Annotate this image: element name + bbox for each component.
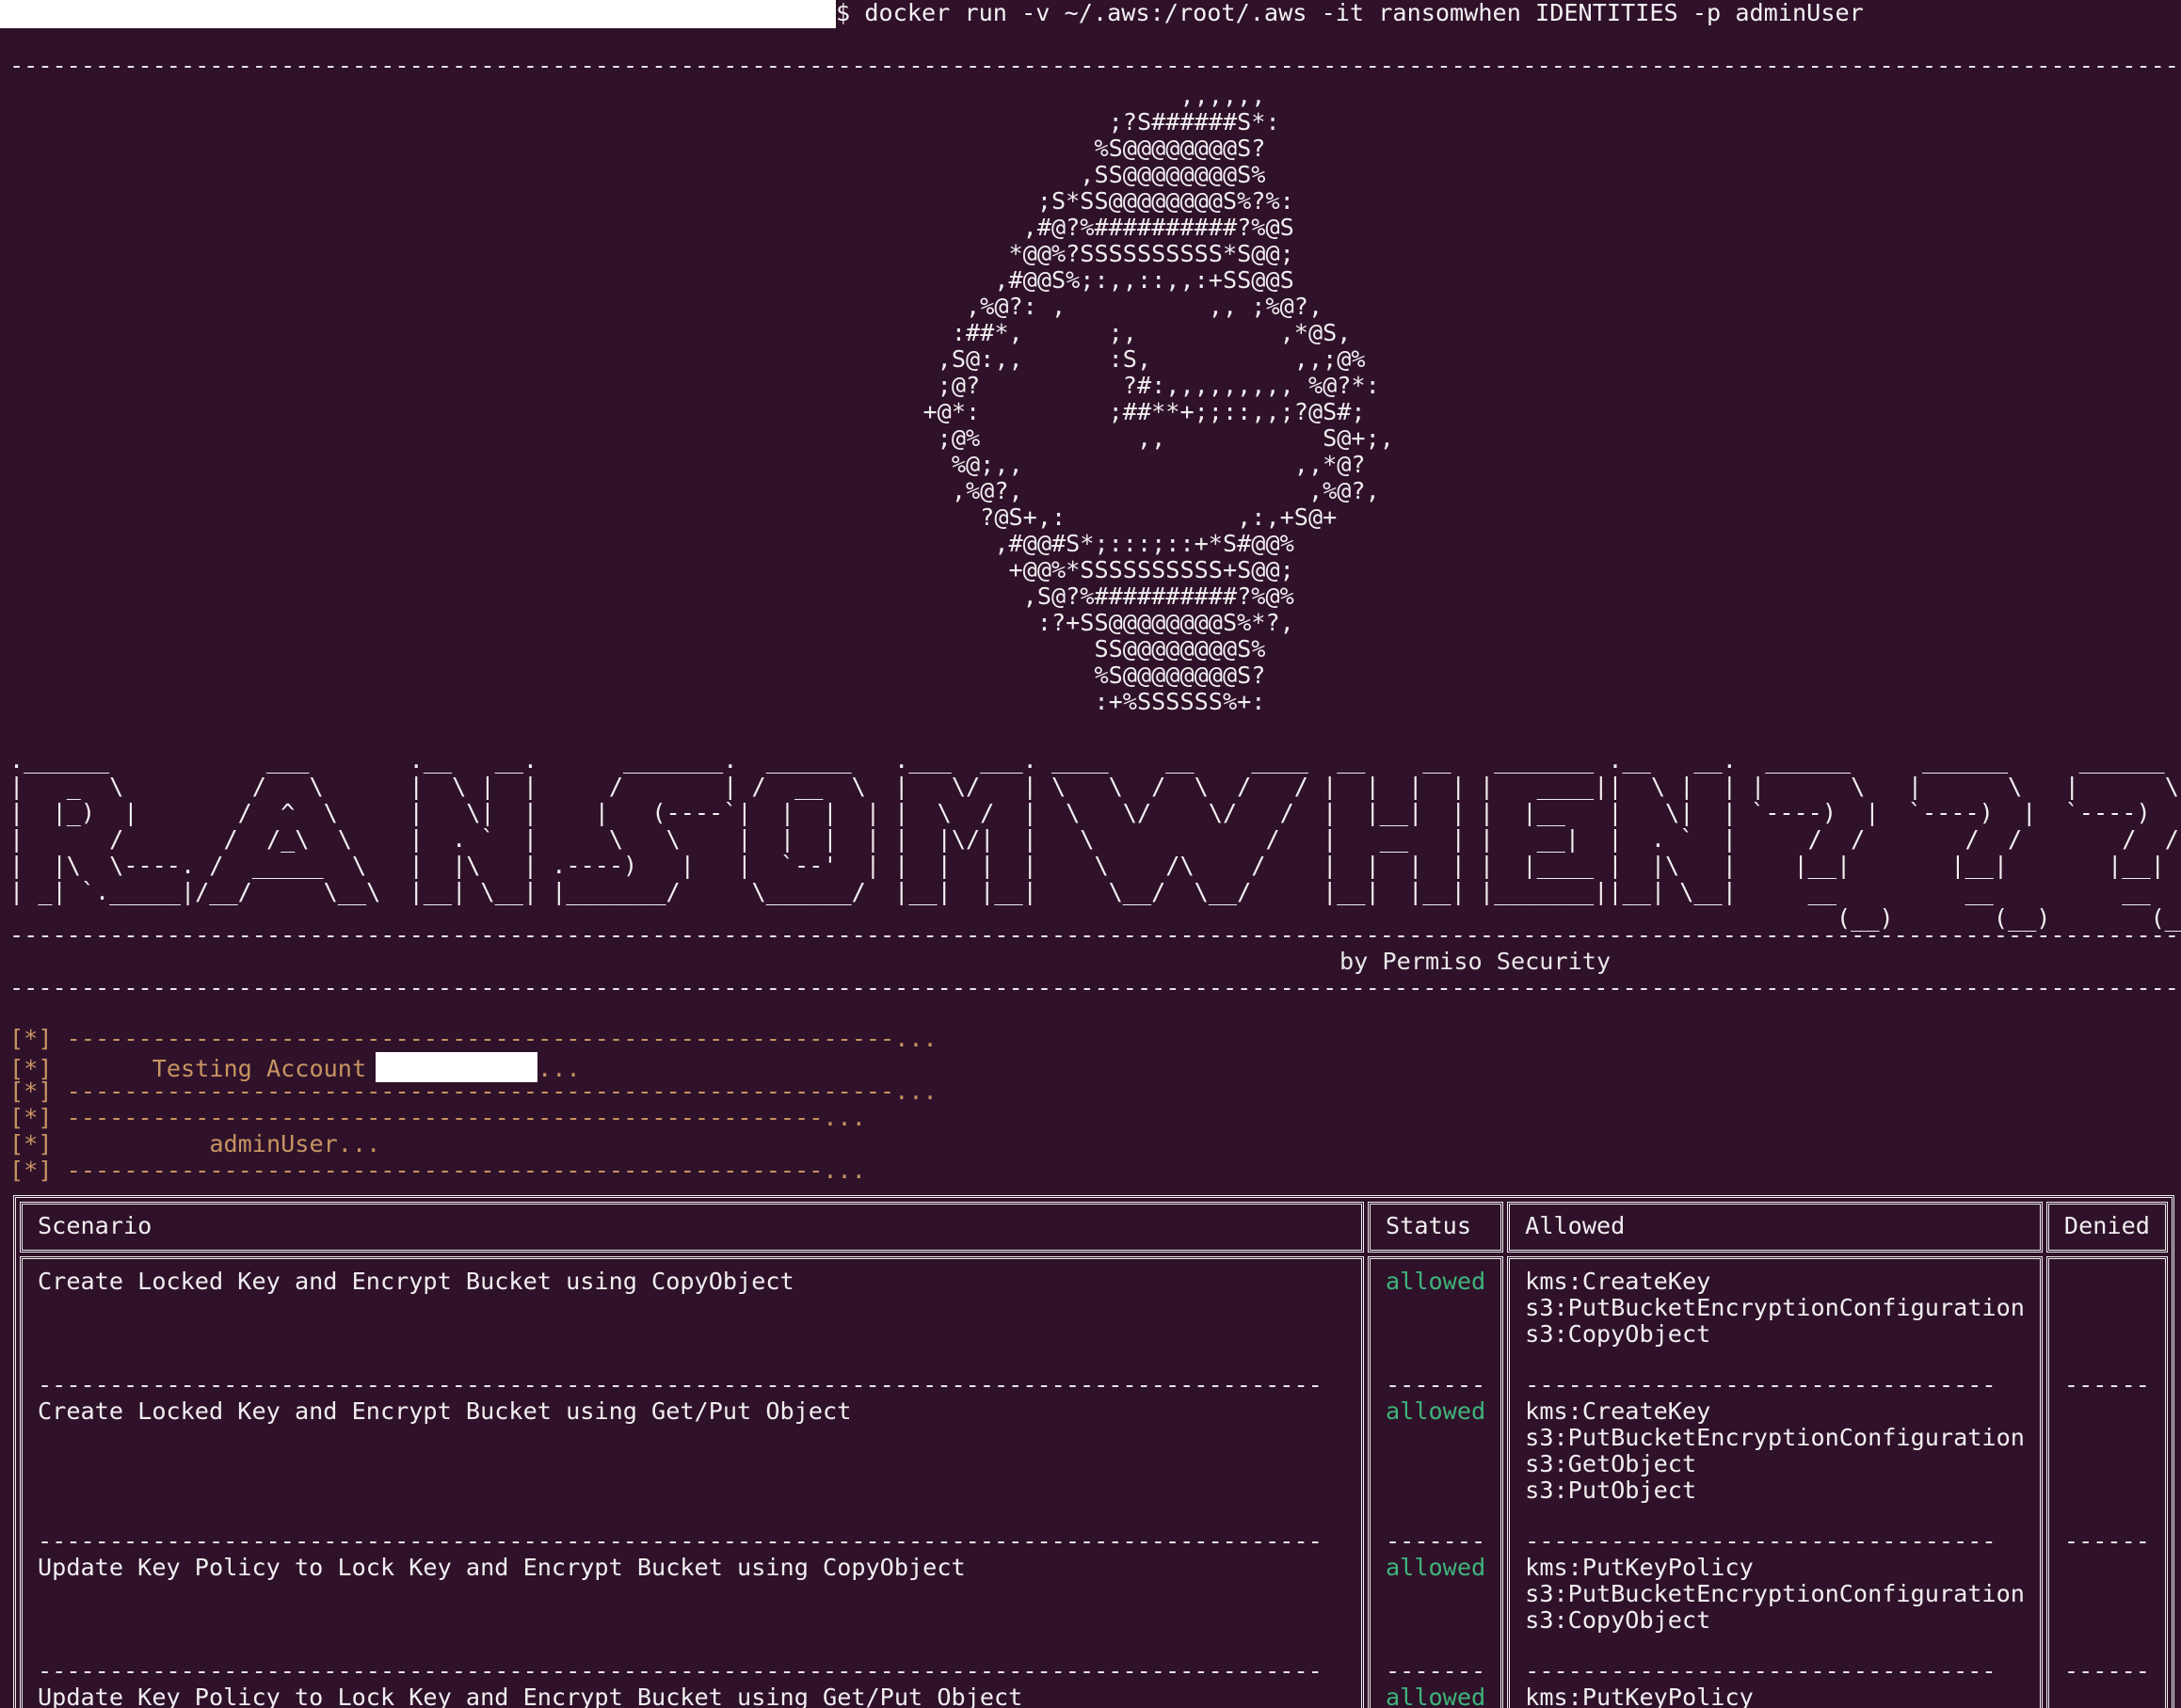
log-line: [*] ------------------------------------… xyxy=(9,1025,938,1052)
header-allowed: Allowed xyxy=(1507,1202,2043,1253)
cell-scenario: Create Locked Key and Encrypt Bucket usi… xyxy=(20,1256,1364,1708)
ascii-art-logo: ,,,,,, ;?S######S*: %S@@@@@@@@S? ,SS@@@@… xyxy=(922,82,1394,715)
cell-denied: ------ ------ ------ xyxy=(2045,1256,2168,1708)
cell-allowed: kms:CreateKey s3:PutBucketEncryptionConf… xyxy=(1507,1256,2043,1708)
redacted-prompt xyxy=(0,0,836,28)
separator-rule: ----------------------------------------… xyxy=(9,921,2181,949)
results-table: Scenario Status Allowed Denied Create Lo… xyxy=(13,1195,2174,1708)
ransomwhen-banner: .______ ___ .__ __. _______. ______ .___… xyxy=(9,746,2181,932)
log-line: [*] ------------------------------------… xyxy=(9,1157,866,1184)
log-line: [*] ------------------------------------… xyxy=(9,1104,866,1131)
terminal-window[interactable]: $ docker run -v ~/.aws:/root/.aws -it ra… xyxy=(0,0,2181,1708)
status-badge: allowed xyxy=(1386,1397,1486,1425)
header-scenario: Scenario xyxy=(20,1202,1364,1253)
log-line-user: [*] adminUser... xyxy=(9,1130,381,1157)
header-status: Status xyxy=(1368,1202,1504,1253)
status-badge: allowed xyxy=(1386,1684,1486,1708)
separator-rule: ----------------------------------------… xyxy=(9,52,2181,79)
log-line: [*] ------------------------------------… xyxy=(9,1077,938,1105)
header-denied: Denied xyxy=(2045,1202,2168,1253)
cell-status: allowed ------- allowed ------- allowed -----… xyxy=(1368,1256,1504,1708)
command-line: $ docker run -v ~/.aws:/root/.aws -it ra… xyxy=(836,0,1864,26)
log-line-testing-account: [*] Testing Account... xyxy=(9,1052,581,1082)
separator-rule: ----------------------------------------… xyxy=(9,974,2181,1001)
credit-text: by Permiso Security xyxy=(1339,948,1612,975)
table-row: Create Locked Key and Encrypt Bucket usi… xyxy=(20,1256,2168,1708)
table-header-row: Scenario Status Allowed Denied xyxy=(20,1202,2168,1253)
status-badge: allowed xyxy=(1386,1554,1486,1581)
status-badge: allowed xyxy=(1386,1268,1486,1295)
